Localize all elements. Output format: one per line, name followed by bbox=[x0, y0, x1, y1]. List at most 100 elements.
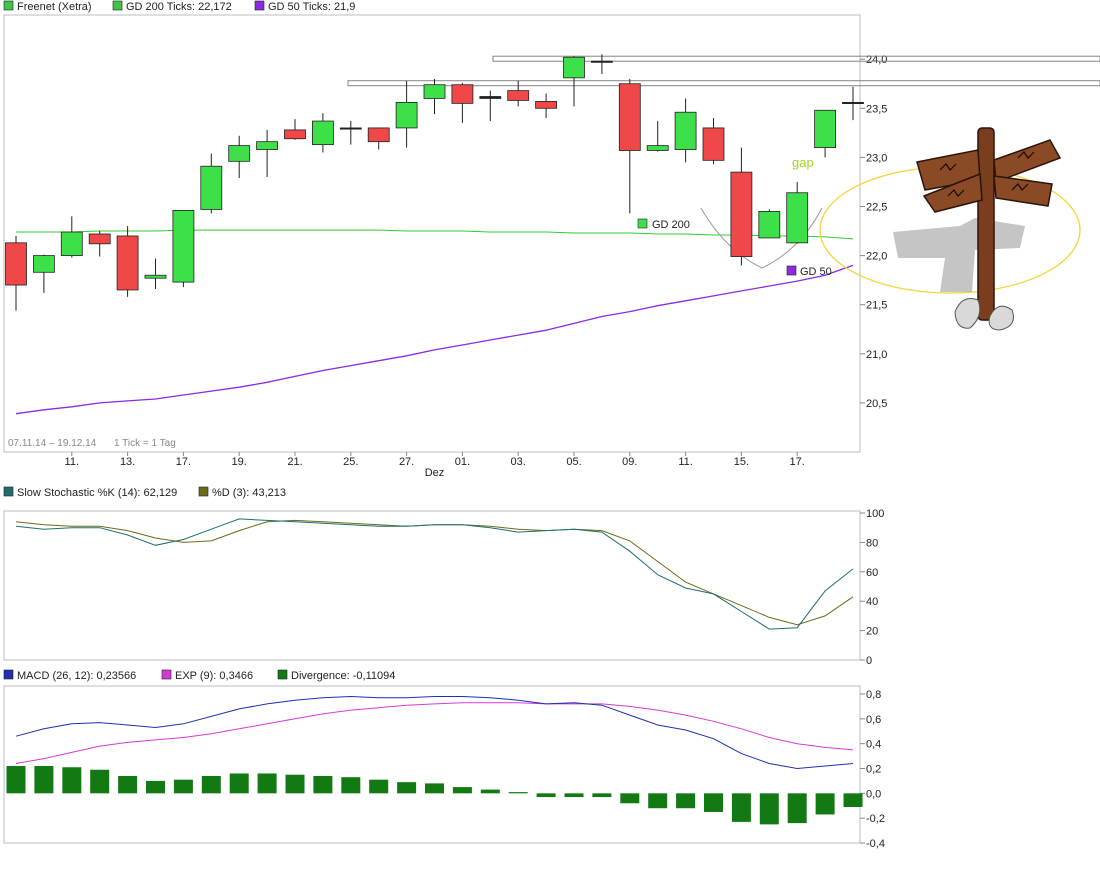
divergence-bar bbox=[118, 775, 138, 794]
candle-body bbox=[646, 145, 669, 151]
divergence-bar bbox=[452, 787, 472, 794]
y-tick-label: 0,6 bbox=[866, 714, 881, 726]
candle-body bbox=[535, 101, 557, 109]
divergence-bar bbox=[787, 793, 807, 824]
divergence-bar bbox=[648, 793, 668, 809]
legend-label: Freenet (Xetra) bbox=[17, 1, 92, 13]
divergence-bar bbox=[676, 793, 696, 809]
divergence-bar bbox=[369, 779, 389, 794]
y-tick-label: 80 bbox=[866, 537, 878, 549]
gap-annotation: gap bbox=[792, 155, 814, 170]
divergence-bar bbox=[6, 766, 26, 794]
divergence-bar bbox=[480, 789, 500, 794]
divergence-bar bbox=[62, 767, 82, 794]
rock-left bbox=[954, 298, 981, 329]
y-tick-label: 23,5 bbox=[866, 103, 887, 115]
legend-swatch bbox=[198, 486, 209, 497]
candle-body bbox=[591, 60, 613, 63]
y-tick-label: 0,0 bbox=[866, 788, 881, 800]
macd-legend: MACD (26, 12): 0,23566 EXP (9): 0,3466 Div… bbox=[3, 669, 395, 682]
legend-label: Divergence: -0,11094 bbox=[291, 670, 395, 682]
candle-body bbox=[814, 109, 836, 148]
signpost-arm-right-top bbox=[993, 139, 1062, 184]
legend-label: GD 200 Ticks: 22,172 bbox=[126, 1, 232, 13]
candle-body bbox=[367, 127, 390, 143]
candle-body bbox=[172, 210, 195, 283]
candle-body bbox=[479, 96, 502, 99]
candle-body bbox=[339, 127, 362, 130]
candle-body bbox=[423, 84, 446, 99]
signpost-pole bbox=[977, 127, 995, 321]
divergence-bar bbox=[397, 782, 417, 794]
candle-body bbox=[200, 165, 223, 210]
stochastic-y-axis: 100 80 60 40 20 0 bbox=[860, 508, 884, 667]
divergence-bar bbox=[201, 775, 221, 794]
macd-plot-frame bbox=[3, 685, 861, 844]
x-tick-label: 17. bbox=[176, 456, 191, 468]
divergence-bar bbox=[592, 793, 612, 798]
tick-info-label: 1 Tick = 1 Tag bbox=[114, 438, 176, 449]
x-tick-label: 13. bbox=[120, 456, 135, 468]
divergence-bar bbox=[536, 793, 556, 798]
x-tick-label: 21. bbox=[287, 456, 302, 468]
x-tick-label: 03. bbox=[511, 456, 526, 468]
x-tick-label: 05. bbox=[566, 456, 581, 468]
legend-label: EXP (9): 0,3466 bbox=[175, 670, 253, 682]
divergence-bar bbox=[257, 773, 277, 794]
legend-label: Slow Stochastic %K (14): 62,129 bbox=[17, 487, 177, 499]
divergence-bar bbox=[508, 792, 528, 794]
stochastic-panel: Slow Stochastic %K (14): 62,129 %D (3): 4… bbox=[3, 486, 884, 667]
candle-body bbox=[563, 56, 585, 79]
divergence-bar bbox=[229, 773, 249, 794]
y-tick-label: 22,0 bbox=[866, 251, 887, 263]
divergence-bar bbox=[620, 793, 640, 804]
gd200-annotation: GD 200 bbox=[652, 219, 690, 231]
legend-swatch bbox=[277, 669, 288, 680]
y-tick-label: 20,5 bbox=[866, 398, 887, 410]
x-tick-label: 01. bbox=[455, 456, 470, 468]
candle-body bbox=[116, 235, 139, 291]
legend-label: MACD (26, 12): 0,23566 bbox=[17, 670, 136, 682]
divergence-bar bbox=[704, 793, 723, 812]
candle-body bbox=[5, 242, 27, 286]
x-tick-label: 17. bbox=[790, 456, 805, 468]
macd-y-axis: 0,8 0,6 0,4 0,2 0,0 -0,2 -0,4 bbox=[860, 689, 885, 850]
macd-panel: MACD (26, 12): 0,23566 EXP (9): 0,3466 Div… bbox=[3, 669, 885, 850]
legend-swatch bbox=[112, 0, 123, 11]
candle-body bbox=[786, 192, 809, 244]
x-tick-label: 09. bbox=[622, 456, 637, 468]
y-tick-label: 0,2 bbox=[866, 764, 881, 776]
x-tick-label: 11. bbox=[678, 456, 692, 468]
y-tick-label: 100 bbox=[866, 508, 884, 520]
candle-body bbox=[730, 171, 753, 257]
divergence-bar bbox=[313, 775, 333, 794]
legend-swatch bbox=[161, 669, 172, 680]
x-tick-label: 25. bbox=[343, 456, 358, 468]
divergence-bar bbox=[843, 793, 863, 807]
y-tick-label: 21,5 bbox=[866, 300, 887, 312]
y-tick-label: 22,5 bbox=[866, 201, 887, 213]
divergence-bar bbox=[425, 783, 444, 794]
divergence-bar bbox=[173, 779, 193, 794]
y-tick-label: 0 bbox=[866, 655, 872, 667]
legend-swatch bbox=[254, 0, 265, 11]
divergence-bar bbox=[815, 793, 835, 815]
price-panel: Freenet (Xetra) GD 200 Ticks: 22,172 GD 50… bbox=[3, 0, 1100, 479]
signpost-shadow bbox=[893, 218, 1025, 292]
candle-body bbox=[842, 102, 864, 105]
y-tick-label: -0,2 bbox=[866, 813, 885, 825]
candle-body bbox=[144, 274, 167, 279]
stochastic-plot-frame bbox=[3, 510, 861, 661]
divergence-bar bbox=[90, 769, 110, 794]
legend-swatch bbox=[3, 669, 14, 680]
y-tick-label: 21,0 bbox=[866, 349, 887, 361]
signpost-arm-right-bottom bbox=[993, 175, 1053, 207]
candle-body bbox=[618, 83, 641, 151]
y-tick-label: 0,8 bbox=[866, 689, 881, 701]
x-tick-label: 11. bbox=[65, 456, 79, 468]
y-tick-label: 20 bbox=[866, 626, 878, 638]
period-label: 07.11.14 – 19.12.14 bbox=[8, 438, 97, 449]
x-tick-label: 19. bbox=[232, 456, 247, 468]
candle-body bbox=[256, 141, 279, 150]
legend-swatch bbox=[3, 0, 14, 11]
